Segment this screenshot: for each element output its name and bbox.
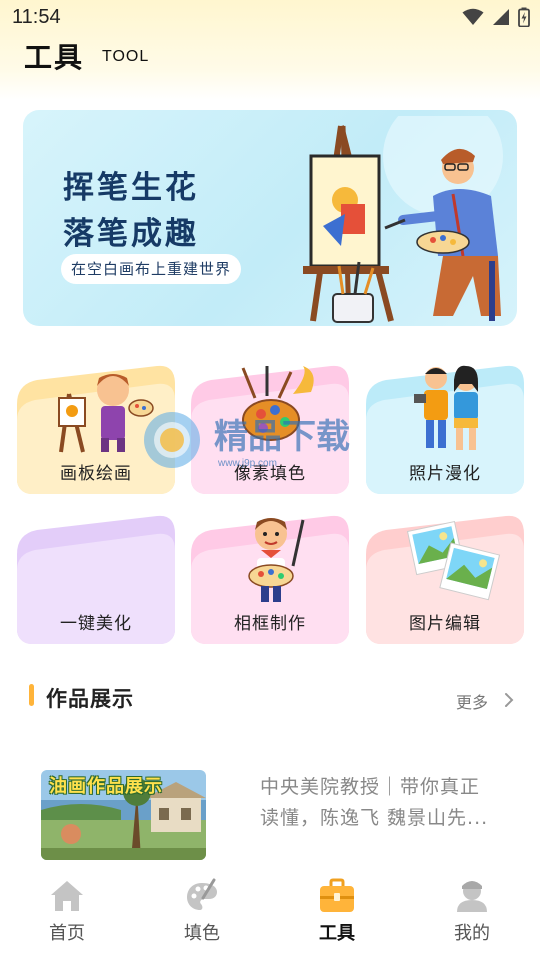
painter-illustration (303, 116, 503, 323)
work-description[interactable]: 中央美院教授｜带你真正 读懂，陈逸飞 魏景山先... (260, 772, 504, 834)
banner-headline-1: 挥笔生花 (63, 170, 199, 206)
work-thumbnail[interactable]: 油画作品展示 (41, 770, 206, 860)
tool-card-one-click-beautify[interactable]: 一键美化 (17, 514, 175, 644)
banner[interactable]: 挥笔生花 落笔成趣 在空白画布上重建世界 (23, 110, 517, 326)
friends-illustration (414, 365, 478, 450)
bottom-tab-bar: 首页 填色 工具 我的 (0, 864, 540, 960)
tool-label: 照片漫化 (409, 464, 481, 484)
tool-card-image-edit[interactable]: 图片编辑 (366, 514, 524, 644)
tab-label: 首页 (49, 923, 85, 944)
more-link[interactable]: 更多 (456, 689, 488, 713)
wifi-icon (462, 8, 484, 25)
tool-card-photo-cartoon[interactable]: 照片漫化 (366, 364, 524, 494)
banner-tagline: 在空白画布上重建世界 (61, 254, 242, 284)
watermark-text: 精品下载 (214, 417, 350, 457)
watermark-url: www.j9p.com (217, 458, 277, 469)
tool-label: 图片编辑 (409, 614, 481, 634)
thumbnail-title: 油画作品展示 (49, 776, 163, 797)
tab-home[interactable]: 首页 (22, 864, 112, 960)
work-description-line-2: 读懂，陈逸飞 魏景山先... (260, 807, 489, 829)
palette-icon (187, 878, 217, 910)
status-time: 11:54 (12, 6, 61, 28)
section-accent-bar (29, 684, 34, 706)
work-description-line-1: 中央美院教授｜带你真正 (260, 776, 481, 798)
tool-label: 相框制作 (234, 614, 306, 634)
status-bar: 11:54 (0, 0, 540, 36)
home-icon (51, 881, 83, 911)
page-title: 工具 (24, 41, 85, 74)
tab-label: 我的 (454, 923, 490, 944)
user-icon (457, 881, 487, 912)
tab-label: 填色 (184, 923, 220, 944)
tab-label: 工具 (319, 923, 355, 944)
toolbox-icon (320, 878, 354, 912)
signal-icon (493, 9, 509, 25)
tool-card-frame-maker[interactable]: 相框制作 (191, 514, 349, 644)
tool-label: 一键美化 (60, 614, 132, 634)
banner-headline-2: 落笔成趣 (63, 216, 199, 252)
watermark-logo: 精品下载 www.j9p.com (144, 412, 350, 469)
tab-tools[interactable]: 工具 (292, 864, 382, 960)
section-title: 作品展示 (46, 687, 134, 711)
page-subtitle: TOOL (102, 48, 150, 65)
boy-painter-illustration (248, 518, 305, 602)
tab-coloring[interactable]: 填色 (157, 864, 247, 960)
battery-icon (518, 7, 530, 27)
tab-mine[interactable]: 我的 (427, 864, 517, 960)
photos-illustration (406, 520, 501, 601)
chevron-right-icon[interactable] (504, 692, 514, 708)
